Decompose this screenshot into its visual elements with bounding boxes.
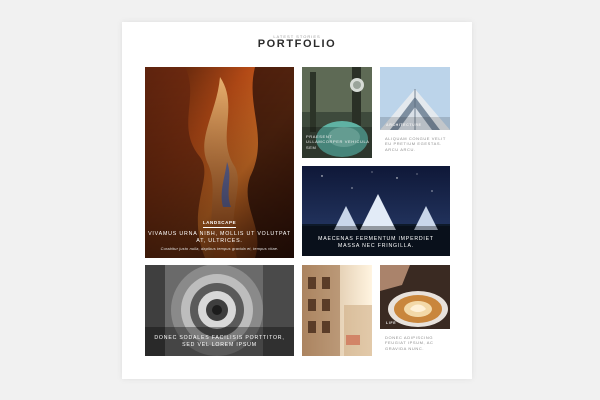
page-title: PORTFOLIO xyxy=(257,38,337,50)
tile-subcaption: Curabitur justo nulla, dapibus tempus gr… xyxy=(160,247,279,251)
category-badge[interactable]: ARCHITECTURE xyxy=(386,123,448,128)
category-badge[interactable]: LIFE xyxy=(386,321,448,326)
tile-caption[interactable]: DONEC ADIPISCING FEUGIAT IPSUM, AC GRAVI… xyxy=(385,335,448,351)
tile-caption-group: LANDSCAPE VIVAMUS URNA NIBH, MOLLIS UT V… xyxy=(145,219,294,253)
buildings-image xyxy=(302,265,372,356)
category-badge[interactable]: LANDSCAPE xyxy=(202,219,237,228)
tile-architecture[interactable]: ARCHITECTURE ALIQUAM CONGUE VELIT EU PRE… xyxy=(380,67,450,157)
tile-caption[interactable]: MAECENAS FERMENTUM IMPERDIET MASSA NEC F… xyxy=(310,236,442,250)
tile-tents[interactable]: MAECENAS FERMENTUM IMPERDIET MASSA NEC F… xyxy=(302,166,450,256)
building-image xyxy=(380,67,450,130)
tile-buildings[interactable] xyxy=(302,265,372,356)
tile-stairs[interactable]: DONEC SODALES FACILISIS PORTTITOR, SED V… xyxy=(145,265,294,356)
tile-coffee[interactable]: LIFE DONEC ADIPISCING FEUGIAT IPSUM, AC … xyxy=(380,265,450,356)
tile-caption[interactable]: DONEC SODALES FACILISIS PORTTITOR, SED V… xyxy=(151,335,288,349)
tile-caption[interactable]: VIVAMUS URNA NIBH, MOLLIS UT VOLUTPAT AT… xyxy=(145,231,294,245)
tile-scooter[interactable]: PRAESENT ULLAMCORPER VEHICULA SEM xyxy=(302,67,372,158)
coffee-image xyxy=(380,265,450,329)
tile-caption[interactable]: PRAESENT ULLAMCORPER VEHICULA SEM xyxy=(306,134,370,150)
tile-landscape-canyon[interactable]: LANDSCAPE VIVAMUS URNA NIBH, MOLLIS UT V… xyxy=(145,67,294,258)
portfolio-card: LATEST STORIES PORTFOLIO LANDSCAPE VIVAM… xyxy=(122,22,472,379)
tile-caption[interactable]: ALIQUAM CONGUE VELIT EU PRETIUM EGESTAS.… xyxy=(385,136,448,152)
